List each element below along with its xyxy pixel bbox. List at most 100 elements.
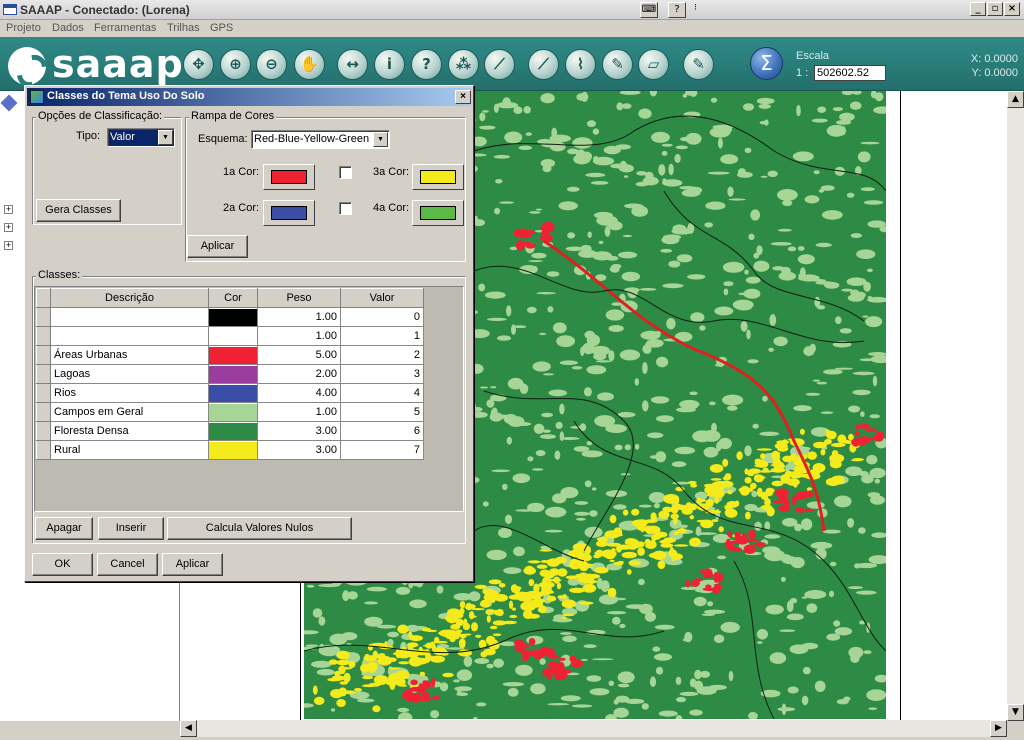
cell-peso[interactable]: 2.00 [257, 364, 341, 384]
eraser-icon[interactable]: ▱ [638, 49, 669, 80]
pen-icon[interactable]: ✎ [683, 49, 714, 80]
maximize-button[interactable]: ▫ [987, 2, 1003, 16]
cell-peso[interactable]: 1.00 [257, 402, 341, 422]
zoom-out-icon[interactable]: ⊖ [256, 49, 287, 80]
cell-valor[interactable]: 1 [340, 326, 424, 346]
keyboard-icon[interactable]: ⌨ [640, 2, 658, 18]
row-indicator[interactable] [36, 307, 51, 327]
cell-valor[interactable]: 7 [340, 440, 424, 460]
aplicar-button[interactable]: Aplicar [162, 553, 223, 576]
col-peso[interactable]: Peso [257, 288, 341, 308]
ramp-checkbox-1[interactable] [339, 166, 352, 179]
color3-button[interactable] [412, 164, 464, 190]
close-button[interactable]: × [1004, 2, 1020, 16]
table-row[interactable]: Lagoas 2.00 3 [36, 364, 424, 384]
sigma-icon[interactable]: Σ [750, 47, 783, 80]
scroll-down-icon[interactable]: ▼ [1007, 704, 1024, 721]
cell-valor[interactable]: 5 [340, 402, 424, 422]
table-row[interactable]: 1.00 1 [36, 326, 424, 346]
row-indicator[interactable] [36, 364, 51, 384]
cell-cor[interactable] [208, 421, 258, 441]
table-row[interactable]: Áreas Urbanas 5.00 2 [36, 345, 424, 365]
scroll-up-icon[interactable]: ▲ [1007, 91, 1024, 108]
scroll-right-icon[interactable]: ▶ [990, 720, 1007, 737]
row-indicator[interactable] [36, 421, 51, 441]
cell-valor[interactable]: 4 [340, 383, 424, 403]
table-row[interactable]: Campos em Geral 1.00 5 [36, 402, 424, 422]
cell-valor[interactable]: 3 [340, 364, 424, 384]
expand-icon[interactable]: + [4, 241, 13, 250]
table-row[interactable]: 1.00 0 [36, 307, 424, 327]
line-icon[interactable]: ⟋ [528, 49, 559, 80]
cell-cor[interactable] [208, 326, 258, 346]
row-indicator[interactable] [36, 326, 51, 346]
cell-valor[interactable]: 2 [340, 345, 424, 365]
help-book-icon[interactable]: ? [668, 2, 686, 18]
cell-descricao[interactable]: Rural [50, 440, 209, 460]
cell-descricao[interactable] [50, 307, 209, 327]
cell-descricao[interactable]: Campos em Geral [50, 402, 209, 422]
chevron-down-icon[interactable]: ▼ [373, 132, 388, 147]
menu-projeto[interactable]: Projeto [6, 22, 41, 34]
row-indicator[interactable] [36, 383, 51, 403]
zoom-in-icon[interactable]: ⊕ [220, 49, 251, 80]
cell-cor[interactable] [208, 307, 258, 327]
cell-descricao[interactable]: Áreas Urbanas [50, 345, 209, 365]
cell-valor[interactable]: 0 [340, 307, 424, 327]
dialog-close-button[interactable]: × [455, 90, 471, 104]
cell-peso[interactable]: 5.00 [257, 345, 341, 365]
horizontal-scrollbar[interactable]: ◀ ▶ [180, 720, 1007, 737]
scroll-left-icon[interactable]: ◀ [180, 720, 197, 737]
chart-icon[interactable]: ⟋ [484, 49, 515, 80]
cell-cor[interactable] [208, 383, 258, 403]
ok-button[interactable]: OK [32, 553, 93, 576]
menu-trilhas[interactable]: Trilhas [167, 22, 200, 34]
color1-button[interactable] [263, 164, 315, 190]
cell-peso[interactable]: 3.00 [257, 440, 341, 460]
cell-peso[interactable]: 1.00 [257, 307, 341, 327]
cell-cor[interactable] [208, 440, 258, 460]
vertical-scrollbar[interactable]: ▲ ▼ [1007, 91, 1024, 721]
cell-cor[interactable] [208, 364, 258, 384]
col-descricao[interactable]: Descrição [50, 288, 209, 308]
gera-classes-button[interactable]: Gera Classes [36, 199, 121, 222]
cell-cor[interactable] [208, 345, 258, 365]
aplicar-ramp-button[interactable]: Aplicar [187, 235, 248, 258]
hand-icon[interactable]: ✋ [294, 49, 325, 80]
minimize-button[interactable]: _ [970, 2, 986, 16]
escala-input[interactable]: 502602.52 [814, 65, 886, 81]
apagar-button[interactable]: Apagar [35, 517, 93, 540]
chevron-down-icon[interactable]: ▼ [158, 130, 173, 145]
more-icon[interactable]: ⁝ [694, 3, 697, 13]
cancel-button[interactable]: Cancel [97, 553, 158, 576]
cell-descricao[interactable]: Floresta Densa [50, 421, 209, 441]
polyline-icon[interactable]: ⌇ [565, 49, 596, 80]
cell-peso[interactable]: 4.00 [257, 383, 341, 403]
menu-gps[interactable]: GPS [210, 22, 233, 34]
table-row[interactable]: Rios 4.00 4 [36, 383, 424, 403]
cell-valor[interactable]: 6 [340, 421, 424, 441]
pan-all-icon[interactable]: ✥ [183, 49, 214, 80]
pencil-icon[interactable]: ✎ [602, 49, 633, 80]
color2-button[interactable] [263, 200, 315, 226]
cell-peso[interactable]: 1.00 [257, 326, 341, 346]
menu-ferramentas[interactable]: Ferramentas [94, 22, 156, 34]
info-icon[interactable]: i [374, 49, 405, 80]
cell-descricao[interactable] [50, 326, 209, 346]
color4-button[interactable] [412, 200, 464, 226]
table-row[interactable]: Floresta Densa 3.00 6 [36, 421, 424, 441]
inserir-button[interactable]: Inserir [98, 517, 164, 540]
cell-descricao[interactable]: Lagoas [50, 364, 209, 384]
cell-cor[interactable] [208, 402, 258, 422]
menu-dados[interactable]: Dados [52, 22, 84, 34]
tipo-select[interactable]: Valor ▼ [107, 128, 175, 147]
expand-icon[interactable]: + [4, 205, 13, 214]
expand-icon[interactable]: + [4, 223, 13, 232]
esquema-select[interactable]: Red-Blue-Yellow-Green ▼ [251, 130, 390, 149]
calcula-valores-nulos-button[interactable]: Calcula Valores Nulos [167, 517, 352, 540]
select-icon[interactable]: ⁂ [448, 49, 479, 80]
row-indicator[interactable] [36, 402, 51, 422]
classes-table[interactable]: Descrição Cor Peso Valor 1.00 0 1.00 1 Áreas… [34, 286, 464, 512]
help-icon[interactable]: ? [411, 49, 442, 80]
table-row[interactable]: Rural 3.00 7 [36, 440, 424, 460]
